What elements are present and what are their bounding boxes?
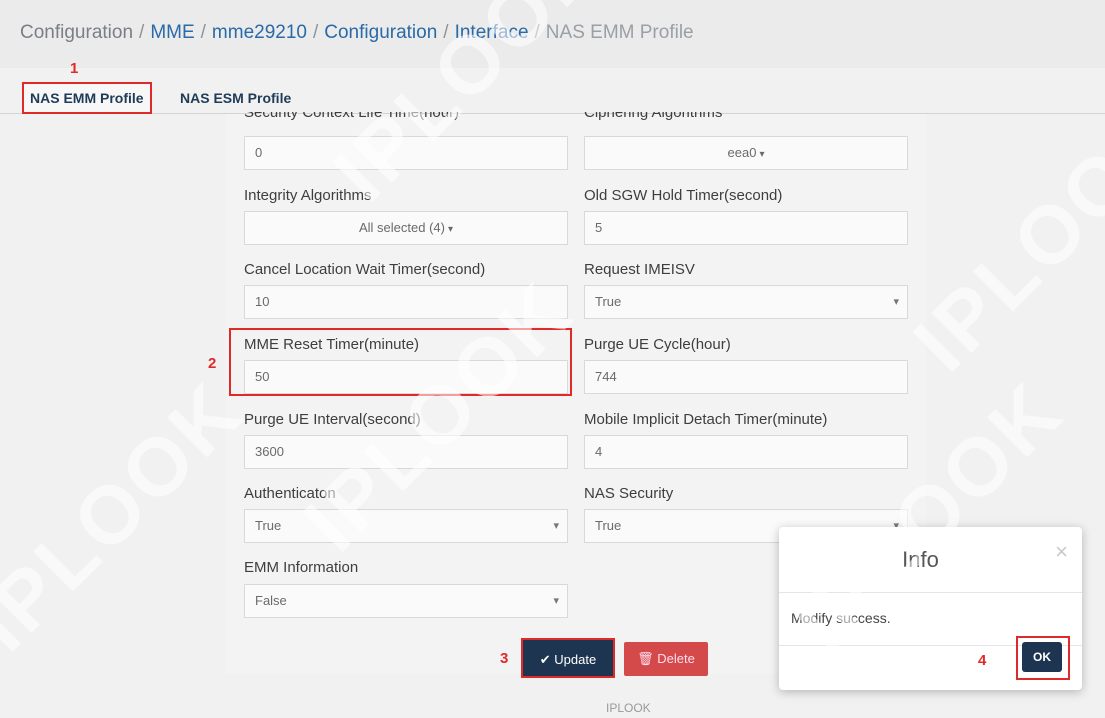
cancel-location-label: Cancel Location Wait Timer(second) [244,261,486,278]
breadcrumb-nas-emm-profile: NAS EMM Profile [545,22,694,43]
emm-info-label: EMM Information [244,559,359,576]
modal-title: Info [902,547,939,572]
watermark: IPLOOK [897,84,1105,389]
authentication-select[interactable]: True [244,509,568,543]
purge-cycle-input[interactable]: 744 [584,360,908,394]
breadcrumb-mme[interactable]: MME [150,22,194,43]
mobile-detach-label: Mobile Implicit Detach Timer(minute) [584,411,828,428]
annotation-1: 1 [70,60,79,77]
emm-info-select[interactable]: False [244,584,568,618]
annotation-3: 3 [500,650,509,667]
breadcrumb-interface[interactable]: Interface [455,22,529,43]
delete-label: Delete [657,651,695,666]
caret-down-icon: ▾ [759,149,765,160]
mme-reset-input[interactable]: 50 [244,360,568,394]
breadcrumb-separator: / [200,22,206,43]
modal-header: Info × [779,527,1082,593]
trash-icon: 🗑 [637,651,654,666]
breadcrumb-configuration[interactable]: Configuration [20,22,133,43]
cancel-location-input[interactable]: 10 [244,285,568,319]
authentication-label: Authenticaton [244,485,336,502]
request-imeisv-label: Request IMEISV [584,261,695,278]
watermark: IPLOOK [0,364,261,669]
breadcrumb: Configuration / MME / mme29210/Configuration… [20,22,694,44]
annotation-4: 4 [978,652,987,669]
purge-interval-label: Purge UE Interval(second) [244,411,421,428]
close-icon[interactable]: × [1055,539,1068,565]
integrity-value: All selected (4) [358,220,445,235]
breadcrumb-separator: / [312,22,319,43]
breadcrumb-separator: / [443,22,449,43]
breadcrumb-mme29210[interactable]: mme29210 [212,22,307,43]
security-context-input[interactable]: 0 [244,136,568,170]
mme-reset-label: MME Reset Timer(minute) [244,336,420,353]
ciphering-select[interactable]: eea0 ▾ [584,136,908,170]
update-button[interactable]: ✔ Update [521,638,615,678]
breadcrumb-configuration-2[interactable]: Configuration [324,22,437,43]
annotation-2: 2 [208,355,217,372]
breadcrumb-separator: / [534,22,540,43]
purge-cycle-label: Purge UE Cycle(hour) [584,336,731,353]
integrity-label: Integrity Algorithms [244,187,372,204]
nas-security-label: NAS Security [584,485,674,502]
ciphering-label: Ciphering Algorithms [584,112,723,121]
tab-bar: NAS EMM Profile NAS ESM Profile [0,78,1105,114]
ciphering-value: eea0 [727,145,757,160]
check-icon: ✔ [539,652,551,667]
tab-nas-esm-profile[interactable]: NAS ESM Profile [176,84,295,112]
delete-button[interactable]: 🗑 Delete [624,642,708,676]
integrity-select[interactable]: All selected (4) ▾ [244,211,568,245]
old-sgw-input[interactable]: 5 [584,211,908,245]
update-label: Update [554,652,597,667]
request-imeisv-select[interactable]: True [584,285,908,319]
purge-interval-input[interactable]: 3600 [244,435,568,469]
ok-button[interactable]: OK [1022,642,1062,672]
mobile-detach-input[interactable]: 4 [584,435,908,469]
footer-brand: IPLOOK [606,701,651,715]
tab-nas-emm-profile[interactable]: NAS EMM Profile [22,82,152,114]
caret-down-icon: ▾ [447,224,453,235]
security-context-label: Security Context Life Time(hour) [244,112,460,121]
modal-message: Modify success. [791,610,891,626]
breadcrumb-separator: / [139,22,145,43]
page-header: Configuration / MME / mme29210/Configuration… [0,0,1105,68]
old-sgw-label: Old SGW Hold Timer(second) [584,187,783,204]
